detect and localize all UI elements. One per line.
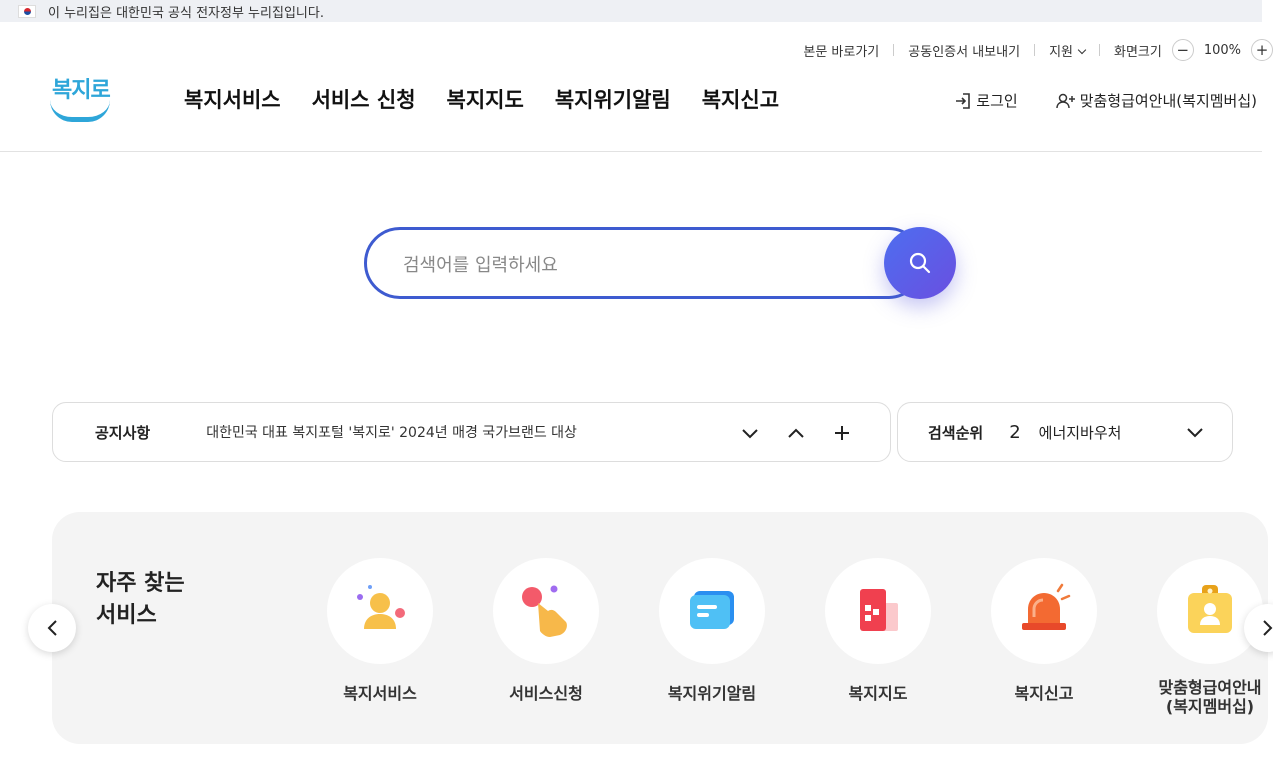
fav-icon-circle: [493, 558, 599, 664]
korea-flag-icon: [18, 4, 36, 18]
gov-banner: 이 누리집은 대한민국 공식 전자정부 누리집입니다.: [0, 0, 1262, 22]
fav-icon-circle: [327, 558, 433, 664]
fav-label: 서비스신청: [509, 684, 583, 703]
membership-label: 맞춤형급여안내(복지멤버십): [1079, 92, 1257, 110]
fav-label: 복지위기알림: [667, 684, 757, 703]
search-rank-bar: 검색순위 2 에너지바우처: [897, 402, 1233, 462]
search-box: [364, 227, 924, 299]
rank-number: 2: [1009, 421, 1021, 443]
chevron-down-icon: [742, 429, 758, 439]
plus-icon: [835, 426, 849, 440]
notice-next-button[interactable]: [740, 423, 760, 443]
divider: [1098, 44, 1100, 56]
building-icon: [860, 589, 898, 631]
fav-label: 복지서비스: [343, 684, 417, 703]
fav-icon-circle: [659, 558, 765, 664]
chevron-right-icon: [1263, 620, 1273, 636]
chevron-down-icon: [1077, 45, 1087, 54]
fav-icon-circle: [991, 558, 1097, 664]
nav-service-apply[interactable]: 서비스 신청: [312, 84, 416, 114]
support-label: 지원: [1049, 44, 1073, 60]
chevron-down-icon: [1187, 428, 1203, 438]
notice-controls: [740, 423, 852, 443]
nav-welfare-report[interactable]: 복지신고: [702, 84, 779, 114]
utility-bar: 본문 바로가기 공동인증서 내보내기 지원 화면크기 − 100% +: [803, 39, 1273, 61]
notice-text[interactable]: 대한민국 대표 복지포털 '복지로' 2024년 매경 국가브랜드 대상: [206, 422, 577, 442]
title-line-2: 서비스: [96, 603, 157, 628]
login-icon: [956, 92, 971, 109]
frequent-services-list: 복지서비스 서비스신청 복지위기알림 복지지도 복지신고 맞춤형급여안내 (복지…: [297, 558, 1273, 716]
support-dropdown[interactable]: 지원: [1049, 41, 1087, 60]
fav-service-apply[interactable]: 서비스신청: [463, 558, 629, 716]
notice-prev-button[interactable]: [786, 423, 806, 443]
nav-welfare-map[interactable]: 복지지도: [447, 84, 524, 114]
id-badge-icon: [1188, 585, 1232, 633]
skip-to-content-link[interactable]: 본문 바로가기: [803, 41, 879, 60]
chat-bubble-icon: [690, 591, 734, 629]
zoom-out-button[interactable]: −: [1171, 39, 1194, 61]
fav-crisis-alert[interactable]: 복지위기알림: [629, 558, 795, 716]
chevron-up-icon: [788, 428, 804, 438]
zoom-value: 100%: [1203, 42, 1241, 58]
search-area: [364, 227, 956, 299]
header-user-menu: 로그인 맞춤형급여안내(복지멤버십): [954, 90, 1257, 111]
zoom-label: 화면크기: [1113, 44, 1162, 60]
notice-bar: 공지사항 대한민국 대표 복지포털 '복지로' 2024년 매경 국가브랜드 대…: [52, 402, 891, 462]
rank-expand-button[interactable]: [1186, 423, 1204, 442]
title-line-1: 자주 찾는: [96, 571, 185, 596]
login-link[interactable]: 로그인: [954, 90, 1018, 111]
nav-welfare-service[interactable]: 복지서비스: [184, 84, 281, 114]
zoom-in-button[interactable]: +: [1251, 39, 1273, 61]
search-button[interactable]: [884, 227, 956, 299]
fav-label-line-1: 맞춤형급여안내: [1158, 678, 1262, 697]
notice-label: 공지사항: [95, 423, 151, 442]
nav-crisis-alert[interactable]: 복지위기알림: [555, 84, 671, 114]
search-input[interactable]: [403, 250, 863, 280]
fav-welfare-service[interactable]: 복지서비스: [297, 558, 463, 716]
search-icon: [909, 252, 931, 274]
hand-pointer-icon: [522, 585, 567, 637]
fav-label: 복지지도: [848, 684, 908, 703]
logo-smile-shape: [50, 100, 110, 122]
membership-link[interactable]: 맞춤형급여안내(복지멤버십): [1055, 90, 1257, 111]
fav-welfare-report[interactable]: 복지신고: [961, 558, 1127, 716]
divider: [893, 44, 895, 56]
site-logo[interactable]: 복지로: [50, 72, 114, 124]
login-label: 로그인: [976, 92, 1018, 110]
main-navigation: 복지서비스 서비스 신청 복지지도 복지위기알림 복지신고: [184, 84, 810, 114]
fav-icon-circle: [1157, 558, 1263, 664]
divider: [1034, 44, 1036, 56]
gov-banner-text: 이 누리집은 대한민국 공식 전자정부 누리집입니다.: [48, 5, 324, 21]
frequent-services: 자주 찾는 서비스 복지서비스 서비스신청 복지위기알림 복지지도 복지신고 맞…: [52, 512, 1268, 744]
user-add-icon: [1055, 93, 1075, 108]
notice-more-button[interactable]: [832, 423, 852, 443]
rank-label: 검색순위: [928, 423, 984, 442]
fav-label-line-2: (복지멤버십): [1165, 697, 1255, 716]
cert-export-link[interactable]: 공동인증서 내보내기: [908, 41, 1020, 60]
carousel-prev-button[interactable]: [28, 604, 76, 652]
fav-welfare-map[interactable]: 복지지도: [795, 558, 961, 716]
header-divider: [0, 151, 1262, 152]
fav-label: 맞춤형급여안내 (복지멤버십): [1158, 678, 1261, 716]
person-icon: [357, 585, 405, 629]
fav-label: 복지신고: [1014, 684, 1074, 703]
chevron-left-icon: [47, 620, 57, 636]
rank-term[interactable]: 에너지바우처: [1039, 422, 1122, 443]
siren-icon: [1022, 583, 1071, 630]
frequent-services-title: 자주 찾는 서비스: [96, 568, 216, 632]
fav-icon-circle: [825, 558, 931, 664]
